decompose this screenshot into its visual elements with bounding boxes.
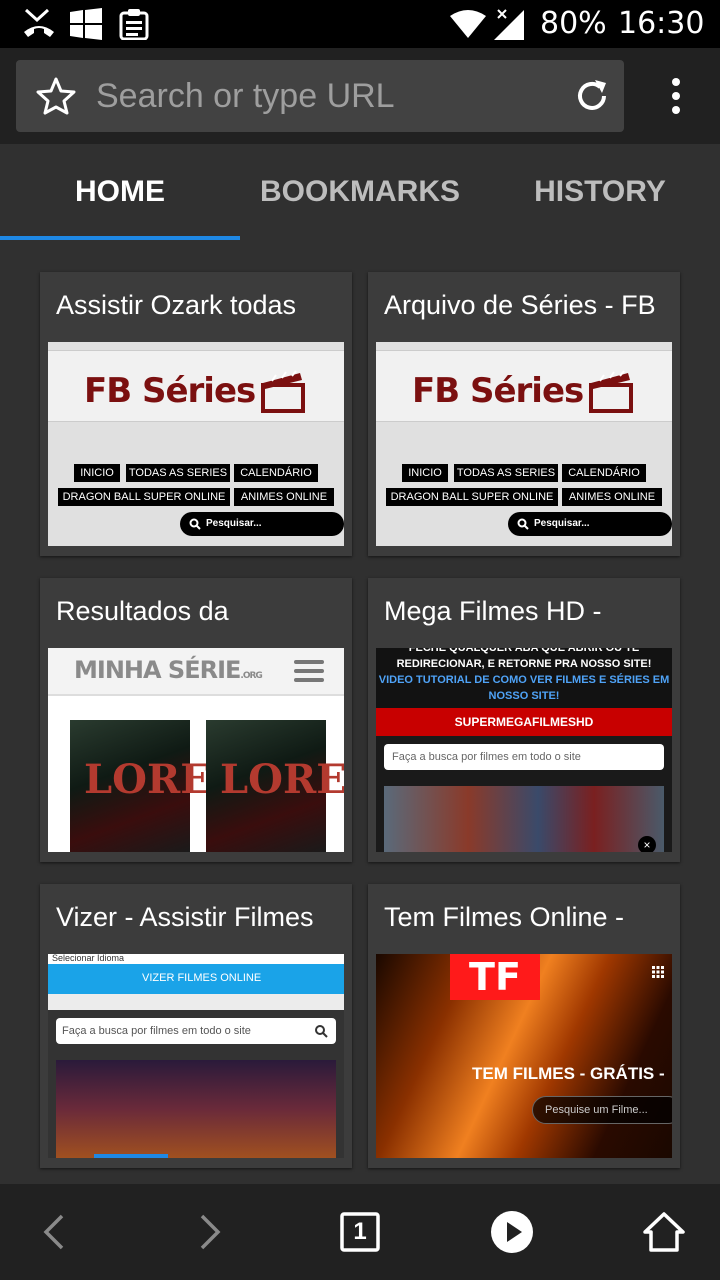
tab-bookmarks[interactable]: BOOKMARKS	[240, 144, 480, 240]
site-nav-item: INICIO	[74, 464, 120, 482]
site-logo: SUPERMEGAFILMESHD	[376, 708, 672, 736]
missed-call-icon	[24, 8, 54, 37]
tile-title: Tem Filmes Online -	[384, 902, 625, 932]
site-nav-item: TODAS AS SERIES	[126, 464, 230, 482]
notice-link: VIDEO TUTORIAL DE COMO VER FILMES E SÉRI…	[378, 674, 670, 702]
hamburger-menu-icon	[294, 660, 324, 682]
home-icon[interactable]	[640, 1208, 688, 1256]
poster-image: LORE	[70, 720, 211, 852]
site-search: Pesquisar...	[508, 512, 672, 536]
play-icon[interactable]	[488, 1208, 536, 1256]
poster-title: LORE	[220, 756, 344, 803]
tile-title: Resultados da	[56, 596, 229, 626]
site-header: FB Séries	[376, 350, 672, 422]
site-logo: FB Séries	[412, 371, 584, 411]
notice-line: REDIRECIONAR, E RETORNE PRA NOSSO SITE!	[396, 658, 652, 670]
battery-level: 80%	[540, 6, 607, 41]
site-nav-item: TODAS AS SERIES	[454, 464, 558, 482]
site-nav-item: DRAGON BALL SUPER ONLINE	[386, 488, 558, 506]
tile-title: Mega Filmes HD -	[384, 596, 602, 626]
site-search-placeholder: Faça a busca por filmes em todo o site	[62, 1025, 251, 1037]
browser-toolbar	[0, 48, 720, 144]
site-nav-item: ANIMES ONLINE	[234, 488, 334, 506]
language-selector: Selecionar Idioma	[48, 954, 344, 964]
tile-title: Vizer - Assistir Filmes	[56, 902, 314, 932]
tile-thumbnail: FECHE QUALQUER ABA QUE ABRIR OU TE REDIR…	[376, 648, 672, 852]
clapperboard-icon	[261, 370, 305, 413]
tab-history[interactable]: HISTORY	[480, 144, 720, 240]
site-search: Faça a busca por filmes em todo o site	[56, 1018, 336, 1044]
clipboard-icon	[119, 9, 149, 40]
site-logo: FB Séries	[84, 371, 256, 411]
overflow-menu-icon[interactable]	[652, 76, 700, 116]
search-icon	[517, 518, 529, 530]
top-site-tile[interactable]: Vizer - Assistir Filmes Selecionar Idiom…	[40, 884, 352, 1168]
tile-thumbnail: Selecionar Idioma VIZER FILMES ONLINE Fa…	[48, 954, 344, 1158]
reload-icon[interactable]	[572, 76, 612, 116]
poster-title: LORE	[84, 756, 211, 803]
tab-count: 1	[353, 1218, 367, 1245]
site-search-label: Pesquisar...	[206, 518, 262, 529]
site-header: VIZER FILMES ONLINE	[48, 964, 344, 994]
poster-image: LORE	[206, 720, 344, 852]
clapperboard-icon	[589, 370, 633, 413]
tabs-button[interactable]: 1	[336, 1208, 384, 1256]
bookmark-star-icon[interactable]	[36, 77, 76, 115]
site-nav-item: INICIO	[402, 464, 448, 482]
site-tagline: TEM FILMES - GRÁTIS -	[472, 1064, 665, 1083]
tile-thumbnail: FB Séries INICIO TODAS AS SERIES CALENDÁ…	[48, 342, 344, 546]
tile-title: Arquivo de Séries - FB	[384, 290, 656, 320]
site-search: Faça a busca por filmes em todo o site	[384, 744, 664, 770]
top-site-tile[interactable]: Arquivo de Séries - FB FB Séries INICIO …	[368, 272, 680, 556]
top-site-tile[interactable]: Resultados da MINHA SÉRIE.ORG LORE LORE	[40, 578, 352, 862]
status-bar: 80% 16:30	[0, 0, 720, 48]
wifi-icon	[450, 10, 486, 38]
site-search: Pesquisar...	[180, 512, 344, 536]
top-site-tile[interactable]: Tem Filmes Online - TF TEM FILMES - GRÁT…	[368, 884, 680, 1168]
tile-thumbnail: FB Séries INICIO TODAS AS SERIES CALENDÁ…	[376, 342, 672, 546]
forward-icon[interactable]	[184, 1208, 232, 1256]
site-nav-item: ANIMES ONLINE	[562, 488, 662, 506]
search-icon	[189, 518, 201, 530]
url-bar[interactable]	[16, 60, 624, 132]
notice-line: FECHE QUALQUER ABA QUE ABRIR OU TE	[408, 648, 640, 654]
top-sites-grid: Assistir Ozark todas FB Séries INICIO TO…	[0, 240, 720, 1180]
windows-icon	[70, 8, 102, 40]
site-nav-item: DRAGON BALL SUPER ONLINE	[58, 488, 230, 506]
tile-title: Assistir Ozark todas	[56, 290, 297, 320]
site-notice: FECHE QUALQUER ABA QUE ABRIR OU TE REDIR…	[376, 648, 672, 708]
top-site-tile[interactable]: Assistir Ozark todas FB Séries INICIO TO…	[40, 272, 352, 556]
progress-indicator	[94, 1154, 168, 1158]
top-site-tile[interactable]: Mega Filmes HD - FECHE QUALQUER ABA QUE …	[368, 578, 680, 862]
back-icon[interactable]	[32, 1208, 80, 1256]
clock: 16:30	[618, 6, 705, 41]
tile-thumbnail: MINHA SÉRIE.ORG LORE LORE	[48, 648, 344, 852]
site-nav-item: CALENDÁRIO	[562, 464, 646, 482]
bottom-navigation: 1	[0, 1184, 720, 1280]
grid-menu-icon	[652, 966, 664, 978]
tile-thumbnail: TF TEM FILMES - GRÁTIS - Pesquise um Fil…	[376, 954, 672, 1158]
search-icon	[315, 1025, 328, 1038]
banner-image	[384, 786, 664, 852]
site-logo: MINHA SÉRIE.ORG	[74, 656, 263, 684]
site-nav-item: CALENDÁRIO	[234, 464, 318, 482]
divider	[48, 994, 344, 1010]
site-header: FB Séries	[48, 350, 344, 422]
tab-bar: HOME BOOKMARKS HISTORY	[0, 144, 720, 240]
signal-icon	[494, 9, 524, 40]
site-logo: VIZER FILMES ONLINE	[142, 972, 262, 984]
site-search: Pesquise um Filme...	[532, 1096, 672, 1124]
banner-image	[56, 1060, 336, 1158]
search-input[interactable]	[96, 60, 556, 132]
tab-home[interactable]: HOME	[0, 144, 240, 240]
close-icon: ×	[638, 836, 656, 852]
site-search-label: Pesquisar...	[534, 518, 590, 529]
site-header: MINHA SÉRIE.ORG	[48, 648, 344, 696]
site-logo: TF	[450, 954, 540, 1000]
